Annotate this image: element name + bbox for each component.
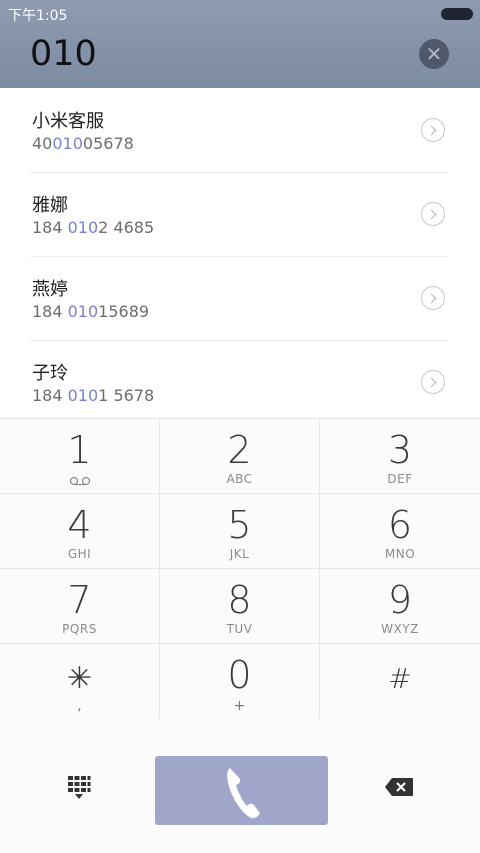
contact-name: 子玲 xyxy=(32,363,68,384)
contact-row[interactable]: 燕婷 184 01015689 xyxy=(30,256,448,340)
contact-number: 184 0101 5678 xyxy=(32,386,155,405)
call-button[interactable] xyxy=(155,756,328,825)
dial-input[interactable]: 010 xyxy=(30,34,97,74)
contact-number: 184 01015689 xyxy=(32,302,150,321)
key-0[interactable]: 0 + xyxy=(160,644,320,719)
dialpad-icon[interactable] xyxy=(66,774,92,800)
detail-arrow-icon[interactable] xyxy=(421,370,445,394)
key-7[interactable]: 7 PQRS xyxy=(0,569,160,644)
key-hash[interactable]: # xyxy=(320,644,480,719)
contact-name: 雅娜 xyxy=(32,195,68,216)
backspace-icon[interactable] xyxy=(384,777,414,797)
contact-row[interactable]: 小米客服 4001005678 xyxy=(30,88,448,172)
contact-row[interactable]: 子玲 184 0101 5678 xyxy=(30,340,448,424)
key-2[interactable]: 2 ABC xyxy=(160,419,320,494)
dial-keypad: 1 2 ABC 3 DEF 4 GHI 5 JKL 6 MNO 7 PQRS 8… xyxy=(0,418,480,720)
contact-name: 小米客服 xyxy=(32,111,104,132)
voicemail-icon xyxy=(69,476,91,486)
contact-name: 燕婷 xyxy=(32,279,68,300)
detail-arrow-icon[interactable] xyxy=(421,118,445,142)
key-1[interactable]: 1 xyxy=(0,419,160,494)
key-6[interactable]: 6 MNO xyxy=(320,494,480,569)
key-star[interactable]: ✳ , xyxy=(0,644,160,719)
call-bar xyxy=(0,720,480,853)
key-3[interactable]: 3 DEF xyxy=(320,419,480,494)
key-8[interactable]: 8 TUV xyxy=(160,569,320,644)
contact-row[interactable]: 雅娜 184 0102 4685 xyxy=(30,172,448,256)
key-9[interactable]: 9 WXYZ xyxy=(320,569,480,644)
status-time: 下午1:05 xyxy=(8,8,68,24)
contact-number: 184 0102 4685 xyxy=(32,218,155,237)
search-header: 下午1:05 010 ✕ xyxy=(0,0,480,88)
contact-number: 4001005678 xyxy=(32,134,134,153)
close-icon: ✕ xyxy=(425,42,443,66)
phone-icon xyxy=(227,768,260,819)
contact-results: 小米客服 4001005678 雅娜 184 0102 4685 燕婷 184 … xyxy=(0,88,480,418)
key-5[interactable]: 5 JKL xyxy=(160,494,320,569)
battery-icon xyxy=(441,8,473,20)
key-4[interactable]: 4 GHI xyxy=(0,494,160,569)
detail-arrow-icon[interactable] xyxy=(421,286,445,310)
clear-button[interactable]: ✕ xyxy=(419,39,449,69)
detail-arrow-icon[interactable] xyxy=(421,202,445,226)
